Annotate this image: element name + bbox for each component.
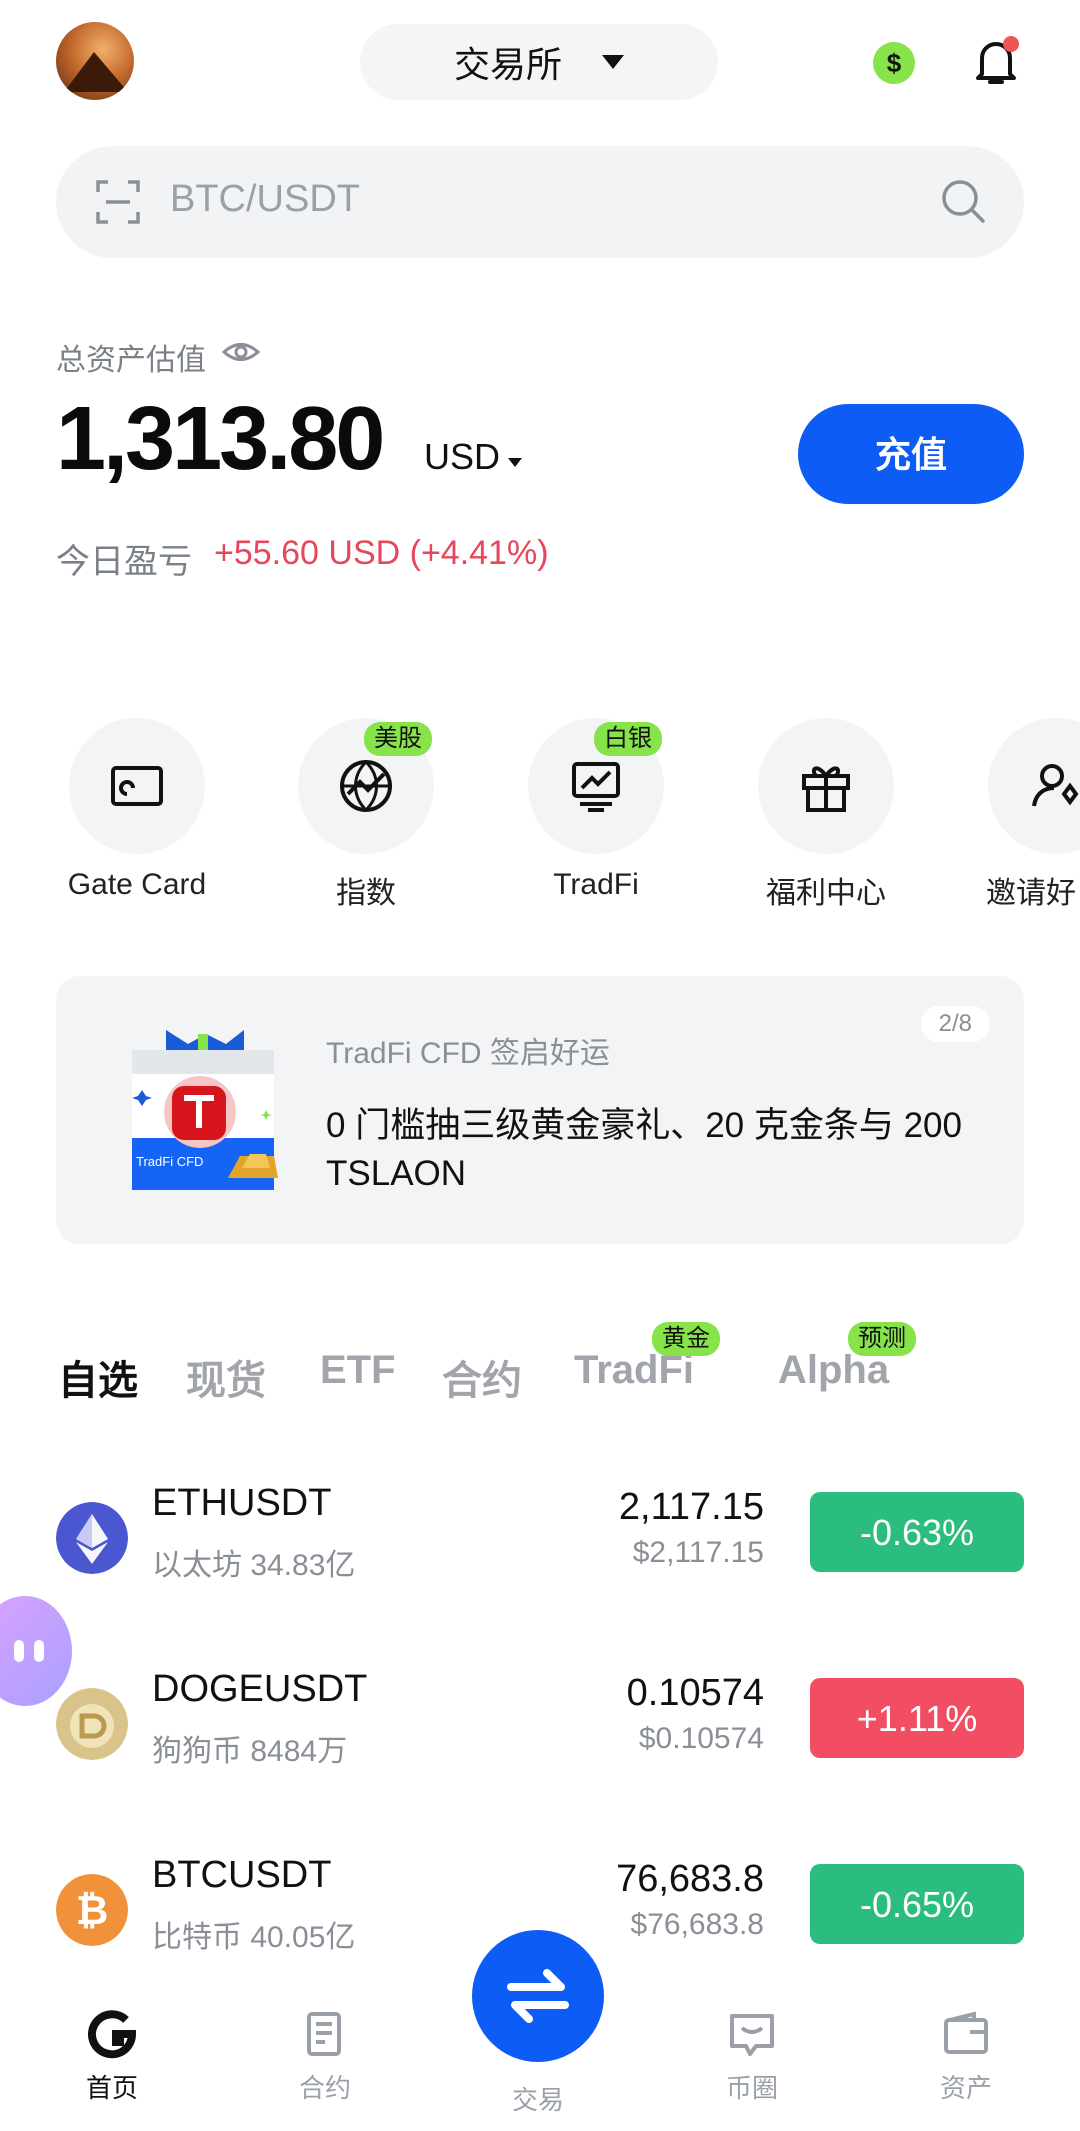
pair-subtitle: 狗狗币 8484万 [152,1735,348,1768]
today-pnl-value: +55.60 USD (+4.41%) [214,534,549,572]
tab-etf[interactable]: ETF [320,1348,396,1393]
nav-label: 首页 [85,2073,138,2103]
wallet-icon [944,2011,988,2054]
shortcut-rewards[interactable] [758,718,894,854]
nav-home[interactable]: 首页 [42,2008,182,2105]
today-pnl-label: 今日盈亏 [56,543,192,581]
globe-icon [340,760,392,812]
pair-subtitle: 比特币 40.05亿 [152,1921,356,1954]
pair-symbol: ETHUSDT [152,1482,332,1524]
nav-trade[interactable]: 交易 [468,2080,608,2117]
total-assets-label: 总资产估值 [56,344,206,377]
caret-down-icon [508,458,522,467]
card-icon [111,766,163,806]
btc-icon: ₿ [56,1874,128,1946]
pair-price: 0.10574 [626,1672,764,1714]
chart-monitor-icon [572,762,620,812]
eye-icon[interactable] [222,337,260,367]
shortcut-badge: 美股 [364,722,432,756]
shortcut-gate-card[interactable] [69,718,205,854]
swap-icon [507,1969,569,2023]
deposit-button[interactable]: 充值 [798,404,1024,504]
shortcut-label: TradFi [553,868,639,901]
home-icon [88,2010,137,2059]
change-badge[interactable]: -0.63% [810,1492,1024,1572]
promo-image: TradFi CFD [132,1030,278,1190]
banner-title: 0 门槛抽三级黄金豪礼、20 克金条与 200 TSLAON [326,1106,962,1193]
pair-price: 2,117.15 [618,1486,764,1528]
pair-price-usd: $76,683.8 [630,1908,764,1941]
gift-icon [802,766,850,812]
exchange-switcher[interactable]: 交易所 [360,24,718,100]
caret-down-icon [602,55,624,69]
pair-price: 76,683.8 [616,1858,764,1900]
promo-image-text: TradFi CFD [136,1154,203,1169]
search-placeholder: BTC/USDT [170,178,360,220]
nav-assets[interactable]: 资产 [896,2008,1036,2105]
exchange-label: 交易所 [453,44,562,85]
list-item[interactable]: DOGEUSDT 狗狗币 8484万 0.10574 $0.10574 +1.1… [0,1656,1080,1806]
nav-label: 币圈 [725,2073,778,2103]
nav-contract[interactable]: 合约 [255,2008,395,2105]
chat-icon [730,2014,774,2056]
list-item[interactable]: ETHUSDT 以太坊 34.83亿 2,117.15 $2,117.15 -0… [0,1470,1080,1620]
pair-price-usd: $0.10574 [638,1722,764,1755]
trade-button[interactable] [472,1930,604,2062]
shortcut-label: 指数 [336,877,396,910]
pair-subtitle: 以太坊 34.83亿 [152,1549,356,1582]
doge-icon [56,1688,128,1760]
invite-user-icon [1032,764,1079,807]
banner-page-indicator: 2/8 [920,1006,990,1042]
dollar-icon[interactable]: $ [873,42,915,84]
contract-icon [307,2012,341,2056]
shortcut-label: 福利中心 [766,877,886,910]
search-icon[interactable] [940,178,986,224]
search-bar[interactable]: BTC/USDT [56,146,1024,258]
currency-selector[interactable]: USD [424,436,500,478]
pair-symbol: DOGEUSDT [152,1668,368,1710]
shortcut-badge: 白银 [594,722,662,756]
change-badge[interactable]: -0.65% [810,1864,1024,1944]
pair-price-usd: $2,117.15 [632,1536,764,1569]
change-badge[interactable]: +1.11% [810,1678,1024,1758]
nav-label: 资产 [939,2073,992,2103]
eth-icon [56,1502,128,1574]
tab-badge: 黄金 [652,1322,720,1356]
pair-symbol: BTCUSDT [152,1854,332,1896]
tab-favorites[interactable]: 自选 [58,1348,138,1406]
avatar[interactable] [56,22,134,100]
promo-banner[interactable]: TradFi CFD TradFi CFD 签启好运 0 门槛抽三级黄金豪礼、2… [56,976,1024,1244]
nav-community[interactable]: 币圈 [682,2008,822,2105]
total-assets-value: 1,313.80 [56,389,385,489]
tab-badge: 预测 [848,1322,916,1356]
tab-futures[interactable]: 合约 [442,1348,522,1406]
nav-label: 交易 [511,2085,564,2115]
nav-label: 合约 [298,2073,351,2103]
shortcut-label: Gate Card [67,868,207,901]
banner-subtitle: TradFi CFD 签启好运 [326,1037,610,1070]
notification-dot [1003,36,1019,52]
shortcut-label: 邀请好 [986,877,1076,910]
scan-icon[interactable] [96,180,140,224]
tab-spot[interactable]: 现货 [186,1348,266,1406]
svg-text:₿: ₿ [76,1889,109,1933]
shortcut-invite[interactable] [988,718,1080,854]
